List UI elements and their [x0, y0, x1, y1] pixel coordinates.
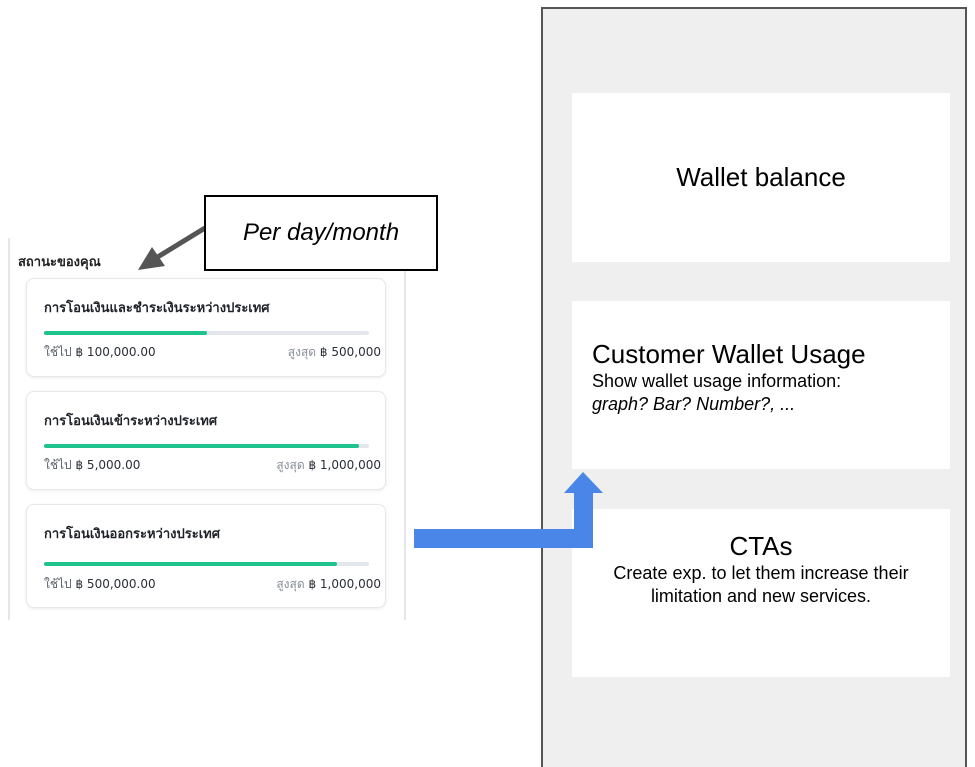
callout-box: Per day/month [204, 195, 438, 271]
callout-arrow-line [154, 225, 207, 261]
flow-arrow [414, 472, 603, 548]
connector-arrows [138, 225, 603, 548]
callout-text: Per day/month [242, 219, 400, 246]
callout-arrow-head [138, 247, 165, 270]
